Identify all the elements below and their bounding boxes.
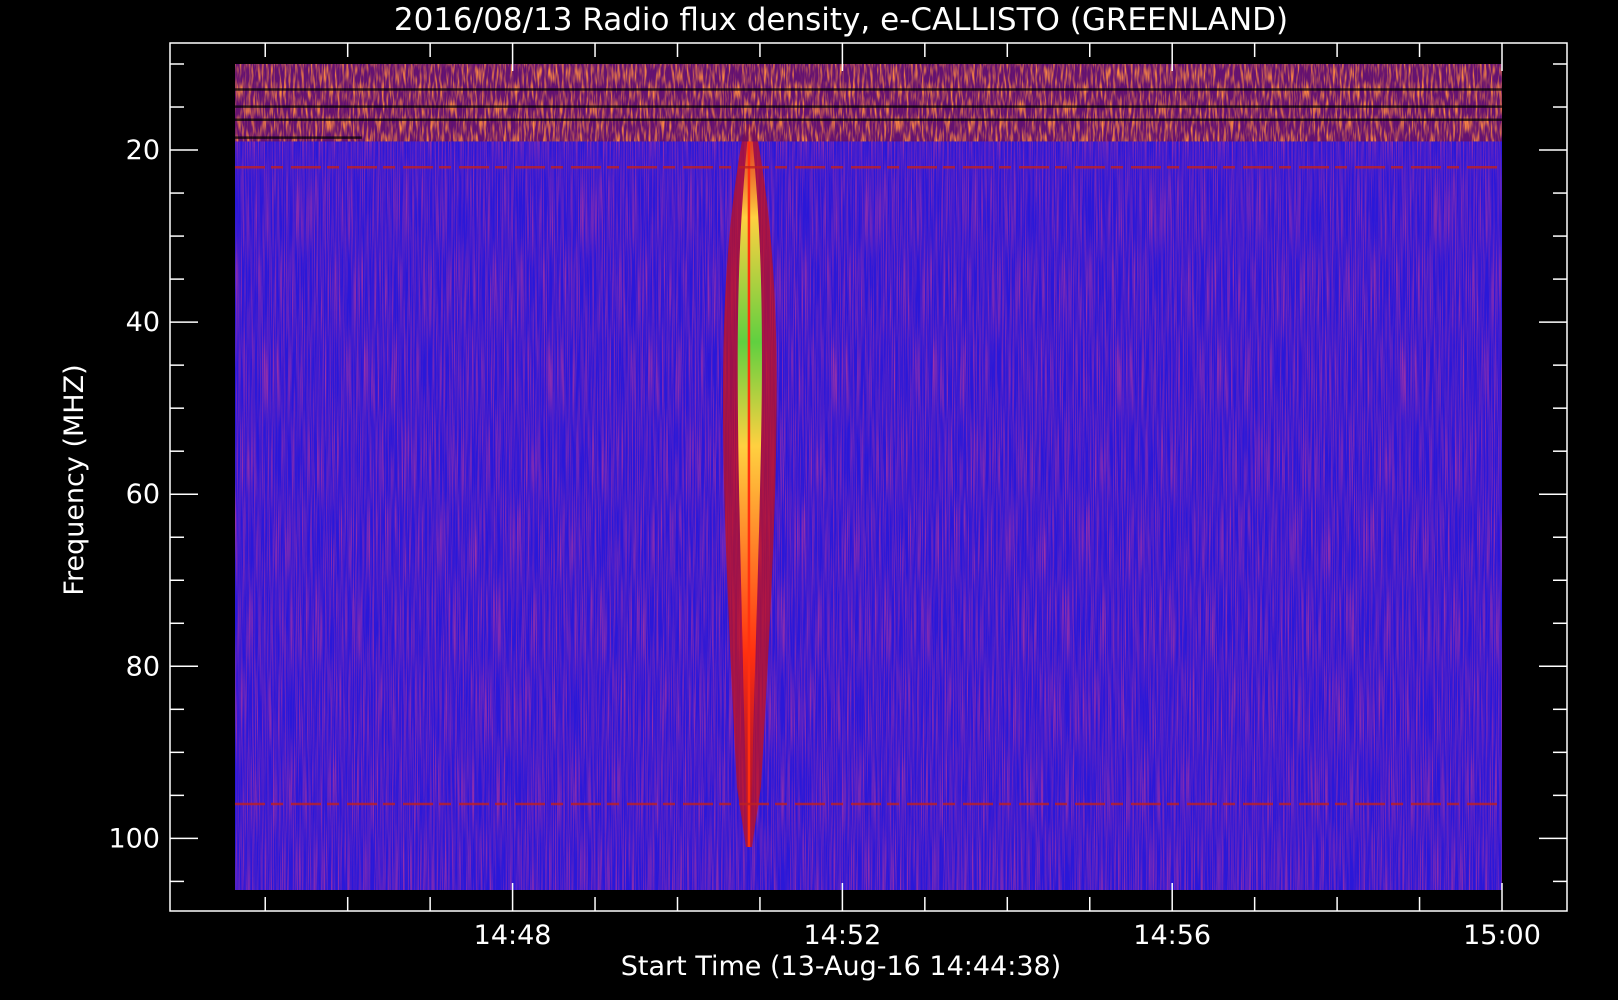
plot-area bbox=[235, 64, 1502, 890]
y-axis-label: Frequency (MHZ) bbox=[59, 364, 90, 595]
y-tick-label: 100 bbox=[108, 823, 160, 854]
x-tick-label: 15:00 bbox=[1463, 920, 1541, 951]
y-tick-label: 80 bbox=[126, 651, 160, 682]
x-tick-label: 14:52 bbox=[803, 920, 881, 951]
spectrogram-figure: 20 40 60 80 100 14:48 14:52 14:56 15:00 2016/08/… bbox=[59, 2, 1568, 982]
y-tick-label: 40 bbox=[126, 307, 160, 338]
spectrogram-noise bbox=[235, 64, 1502, 890]
interference-band-texture bbox=[235, 64, 1502, 142]
x-tick-label: 14:56 bbox=[1133, 920, 1211, 951]
x-tick-label: 14:48 bbox=[474, 920, 552, 951]
y-tick-label: 60 bbox=[126, 479, 160, 510]
chart-title: 2016/08/13 Radio flux density, e-CALLIST… bbox=[394, 2, 1288, 38]
x-axis-label: Start Time (13-Aug-16 14:44:38) bbox=[621, 951, 1061, 982]
y-tick-label: 20 bbox=[126, 135, 160, 166]
